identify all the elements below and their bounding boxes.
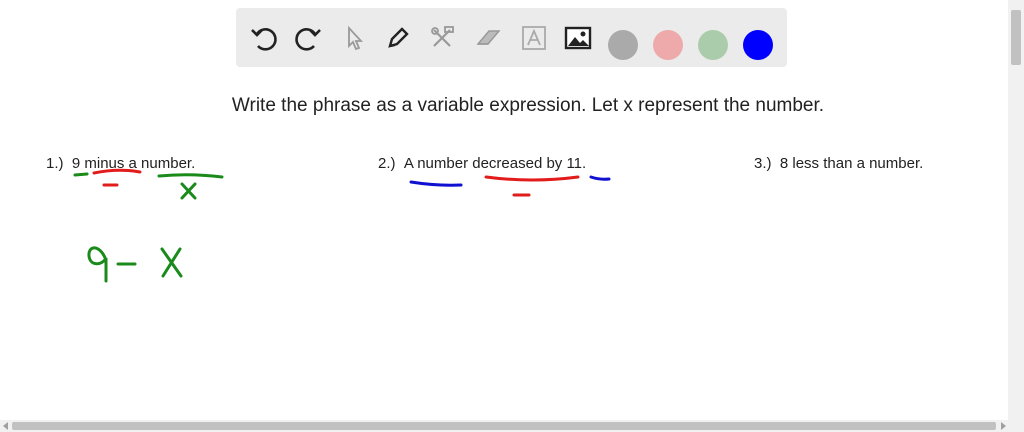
ink-digit-9 [87,246,108,283]
problem-1-text: 9 minus a number. [71,155,196,172]
ink-underline-decreased-by [484,175,580,182]
ink-layer [73,168,611,283]
problem-3-text: 8 less than a number. [779,155,924,172]
instruction-text: Write the phrase as a variable expressio… [231,95,825,116]
horizontal-scroll-thumb[interactable] [12,422,996,430]
problem-3-number: 3.) [754,155,772,172]
ink-x-mark [180,182,197,200]
ink-answer-1 [87,246,183,283]
horizontal-scrollbar[interactable] [0,420,1024,432]
vertical-scroll-thumb[interactable] [1011,10,1021,65]
ink-underline-number [157,173,224,179]
scroll-right-arrow-icon[interactable] [1001,422,1006,430]
problem-2-number: 2.) [378,155,396,172]
problem-3: 3.) 8 less than a number. [754,155,923,172]
vertical-scrollbar[interactable] [1008,0,1024,420]
problem-2-text: A number decreased by 11. [403,155,587,172]
whiteboard-canvas[interactable]: Write the phrase as a variable expressio… [0,0,1008,420]
problem-2: 2.) A number decreased by 11. [378,155,586,172]
problem-1-number: 1.) [46,155,64,172]
scroll-left-arrow-icon[interactable] [3,422,8,430]
ink-letter-x [160,247,183,278]
ink-underline-11 [589,175,611,181]
problem-1: 1.) 9 minus a number. [46,155,195,172]
ink-underline-9 [73,172,89,177]
ink-underline-a-number [409,180,463,187]
